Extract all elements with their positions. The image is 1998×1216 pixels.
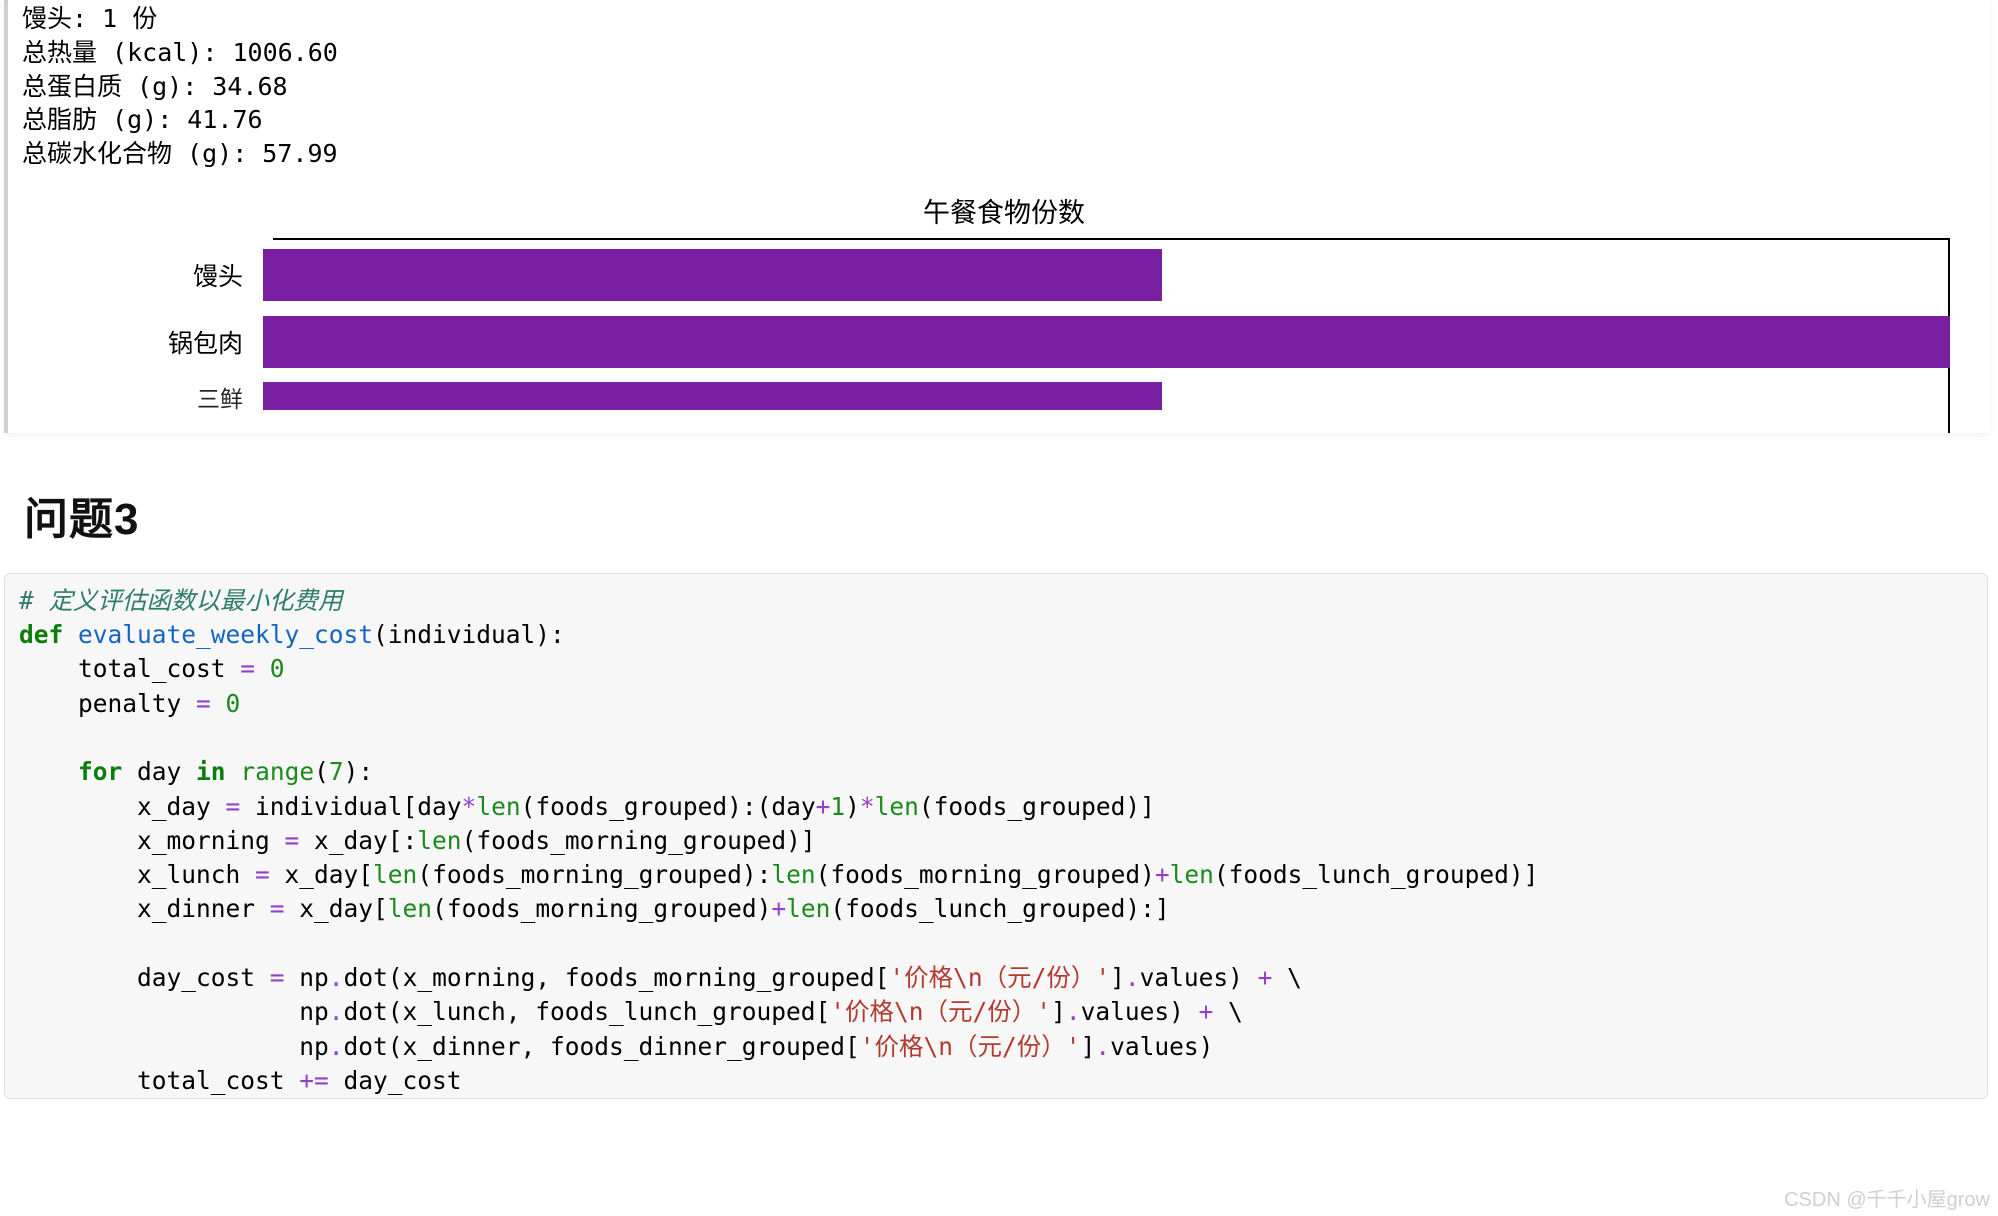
output-text: 馒头: 1 份 总热量 (kcal): 1006.60 总蛋白质 (g): 34…	[18, 0, 1990, 175]
out-line-4: 总碳水化合物 (g): 57.99	[22, 139, 338, 168]
out-line-0: 馒头: 1 份	[22, 4, 157, 33]
code-cell[interactable]: # 定义评估函数以最小化费用 def evaluate_weekly_cost(…	[4, 573, 1988, 1099]
chart-bar-0	[263, 249, 1162, 301]
output-cell: 馒头: 1 份 总热量 (kcal): 1006.60 总蛋白质 (g): 34…	[4, 0, 1990, 433]
section-heading: 问题3	[24, 483, 1998, 547]
chart-row-1: 锅包肉	[38, 315, 1950, 370]
out-line-2: 总蛋白质 (g): 34.68	[22, 72, 288, 101]
chart-label-1: 锅包肉	[38, 324, 263, 360]
chart-label-0: 馒头	[38, 257, 263, 293]
chart-row-0: 馒头	[38, 248, 1950, 303]
code-comment: # 定义评估函数以最小化费用	[19, 586, 343, 615]
watermark: CSDN @千千小屋grow	[1784, 1183, 1990, 1212]
chart-bar-2	[263, 382, 1162, 410]
chart-label-2: 三鲜	[38, 380, 263, 414]
code-block[interactable]: # 定义评估函数以最小化费用 def evaluate_weekly_cost(…	[19, 584, 1973, 1098]
chart-bar-1	[263, 316, 1950, 368]
chart: 午餐食物份数 馒头 锅包肉 三鲜	[18, 175, 1990, 433]
chart-row-2: 三鲜	[38, 382, 1950, 412]
chart-title: 午餐食物份数	[38, 191, 1970, 230]
out-line-3: 总脂肪 (g): 41.76	[22, 105, 263, 134]
out-line-1: 总热量 (kcal): 1006.60	[22, 38, 338, 67]
